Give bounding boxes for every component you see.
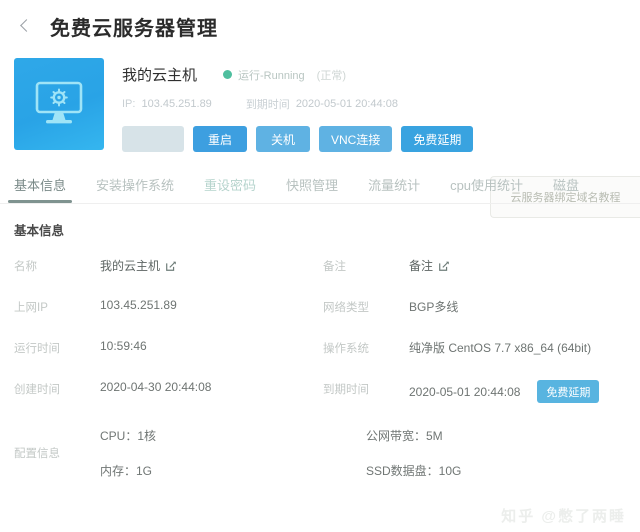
status-badge: 运行-Running (正常) (223, 67, 346, 83)
tab-cpu-usage-stats[interactable]: cpu使用统计 (450, 175, 523, 203)
tab-bar: 基本信息 安装操作系统 重设密码 快照管理 流量统计 cpu使用统计 磁盘 (0, 162, 640, 204)
server-card: 我的云主机 运行-Running (正常) IP: 103.45.251.89 … (0, 52, 640, 162)
edit-icon[interactable] (438, 260, 450, 272)
server-action-buttons: 重启 关机 VNC连接 免费延期 (122, 126, 640, 152)
page-header: 免费云服务器管理 (0, 0, 640, 52)
field-label: 备注 (323, 257, 409, 274)
detail-cell-network-type: 网络类型 BGP多线 (323, 298, 632, 315)
field-value: 备注 (409, 257, 450, 274)
tab-snapshot-management[interactable]: 快照管理 (286, 175, 338, 203)
detail-panel: 基本信息 名称 我的云主机 (0, 204, 640, 479)
server-name-row: 我的云主机 运行-Running (正常) (122, 64, 640, 85)
field-label: 操作系统 (323, 339, 409, 356)
field-label: 到期时间 (323, 380, 409, 397)
field-label: 名称 (14, 257, 100, 274)
field-label: 上网IP (14, 298, 100, 315)
config-column-right: 公网带宽：5M SSD数据盘：10G (366, 427, 632, 479)
expire-value: 2020-05-01 20:44:08 (296, 98, 398, 110)
free-renew-inline-button[interactable]: 免费延期 (537, 380, 599, 403)
config-columns: CPU：1核 内存：1G 公网带宽：5M SSD数据盘：10G (100, 427, 632, 479)
server-name: 我的云主机 (122, 64, 197, 85)
detail-cell-operating-system: 操作系统 纯净版 CentOS 7.7 x86_64 (64bit) (323, 339, 632, 356)
field-value-text: 我的云主机 (100, 257, 160, 274)
field-value: 纯净版 CentOS 7.7 x86_64 (64bit) (409, 339, 591, 356)
tab-disk[interactable]: 磁盘 (553, 175, 579, 203)
field-value-text: 备注 (409, 257, 433, 274)
free-renew-button[interactable]: 免费延期 (401, 126, 473, 152)
server-meta-row: IP: 103.45.251.89 到期时间 2020-05-01 20:44:… (122, 96, 640, 112)
detail-cell-name: 名称 我的云主机 (14, 257, 323, 274)
detail-row: 上网IP 103.45.251.89 网络类型 BGP多线 (14, 298, 632, 315)
start-button[interactable] (122, 126, 184, 152)
detail-cell-created-time: 创建时间 2020-04-30 20:44:08 (14, 380, 323, 397)
server-info: 我的云主机 运行-Running (正常) IP: 103.45.251.89 … (104, 58, 640, 152)
detail-row-config: 配置信息 CPU：1核 内存：1G 公网带宽：5M SSD数据盘：10G (14, 427, 632, 479)
status-text: 运行-Running (238, 67, 305, 83)
field-value-text: 2020-05-01 20:44:08 (409, 385, 520, 399)
field-value: BGP多线 (409, 298, 458, 315)
field-label: 创建时间 (14, 380, 100, 397)
field-label: 配置信息 (14, 445, 100, 461)
expire-label: 到期时间 (246, 96, 290, 112)
field-value: 我的云主机 (100, 257, 177, 274)
field-value: 2020-04-30 20:44:08 (100, 380, 211, 394)
detail-row: 创建时间 2020-04-30 20:44:08 到期时间 2020-05-01… (14, 380, 632, 403)
detail-cell-uptime: 运行时间 10:59:46 (14, 339, 323, 356)
config-memory: 内存：1G (100, 462, 366, 479)
section-title: 基本信息 (0, 220, 640, 239)
status-note: (正常) (317, 67, 346, 83)
shutdown-button[interactable]: 关机 (256, 126, 310, 152)
detail-row: 名称 我的云主机 备注 (14, 257, 632, 274)
detail-cell-public-ip: 上网IP 103.45.251.89 (14, 298, 323, 315)
detail-rows: 名称 我的云主机 备注 (0, 257, 640, 479)
monitor-gear-icon (14, 58, 104, 150)
config-column-left: CPU：1核 内存：1G (100, 427, 366, 479)
field-label: 运行时间 (14, 339, 100, 356)
field-value: 103.45.251.89 (100, 298, 177, 312)
field-value: 2020-05-01 20:44:08 免费延期 (409, 380, 599, 403)
status-dot-icon (223, 70, 232, 79)
back-chevron-icon[interactable] (16, 17, 34, 35)
detail-cell-remark: 备注 备注 (323, 257, 632, 274)
detail-row: 运行时间 10:59:46 操作系统 纯净版 CentOS 7.7 x86_64… (14, 339, 632, 356)
tab-install-os[interactable]: 安装操作系统 (96, 175, 174, 203)
tab-reset-password[interactable]: 重设密码 (204, 175, 256, 203)
watermark: 知乎 @憋了两睡 (501, 505, 626, 526)
edit-icon[interactable] (165, 260, 177, 272)
field-label: 网络类型 (323, 298, 409, 315)
ip-label: IP: (122, 98, 135, 110)
detail-cell-expire-time: 到期时间 2020-05-01 20:44:08 免费延期 (323, 380, 632, 403)
ip-value: 103.45.251.89 (141, 98, 211, 110)
page-title: 免费云服务器管理 (50, 12, 218, 41)
config-cpu: CPU：1核 (100, 427, 366, 444)
config-bandwidth: 公网带宽：5M (366, 427, 632, 444)
restart-button[interactable]: 重启 (193, 126, 247, 152)
tab-basic-info[interactable]: 基本信息 (14, 175, 66, 203)
field-value: 10:59:46 (100, 339, 147, 353)
vnc-connect-button[interactable]: VNC连接 (319, 126, 392, 152)
page-root: 免费云服务器管理 我的云主机 运行-Running (正常) (0, 0, 640, 532)
config-ssd-disk: SSD数据盘：10G (366, 462, 632, 479)
tab-traffic-stats[interactable]: 流量统计 (368, 175, 420, 203)
